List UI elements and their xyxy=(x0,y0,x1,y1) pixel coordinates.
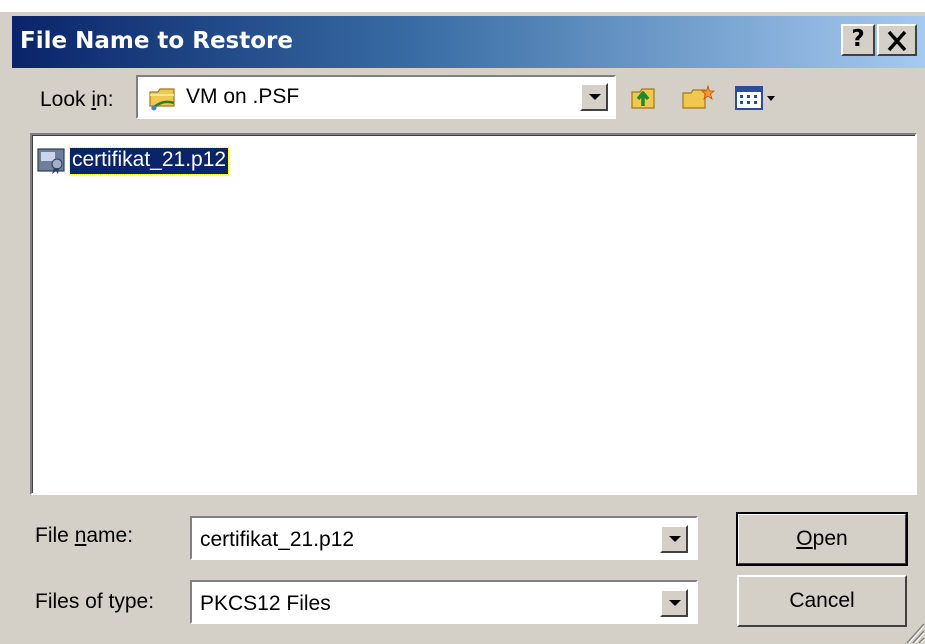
views-menu-icon[interactable] xyxy=(734,82,784,112)
file-type-label: Files of type: xyxy=(35,590,155,613)
close-button[interactable] xyxy=(877,24,917,56)
look-in-dropdown-button[interactable] xyxy=(580,83,608,111)
dialog-title: File Name to Restore xyxy=(20,28,293,54)
help-button[interactable]: ? xyxy=(841,24,875,56)
file-type-value: PKCS12 Files xyxy=(200,592,331,615)
file-list[interactable]: certifikat_21.p12 xyxy=(30,133,917,495)
file-name-label: certifikat_21.p12 xyxy=(68,147,230,175)
close-icon xyxy=(887,30,907,52)
open-button[interactable]: Open xyxy=(736,512,908,566)
file-name-input[interactable]: certifikat_21.p12 xyxy=(200,528,354,552)
look-in-label: Look in: xyxy=(40,88,114,111)
file-name-dropdown-button[interactable] xyxy=(660,525,688,553)
resize-grip-icon[interactable] xyxy=(898,614,925,644)
file-type-dropdown-button[interactable] xyxy=(660,589,688,617)
new-folder-icon[interactable] xyxy=(680,82,716,112)
look-in-value: VM on .PSF xyxy=(186,85,300,108)
title-bar[interactable]: File Name to Restore ? xyxy=(12,16,925,68)
up-one-level-icon[interactable] xyxy=(628,82,658,112)
cancel-button[interactable]: Cancel xyxy=(737,575,907,627)
network-folder-icon xyxy=(149,88,175,111)
file-name-label: File name: xyxy=(35,524,134,547)
file-name-to-restore-dialog: File Name to Restore ? Look in: VM on .P… xyxy=(0,0,925,644)
file-type-combobox[interactable]: PKCS12 Files xyxy=(190,580,698,624)
certificate-file-icon xyxy=(37,148,65,174)
look-in-combobox[interactable]: VM on .PSF xyxy=(136,75,616,119)
file-name-combobox[interactable]: certifikat_21.p12 xyxy=(190,516,698,560)
